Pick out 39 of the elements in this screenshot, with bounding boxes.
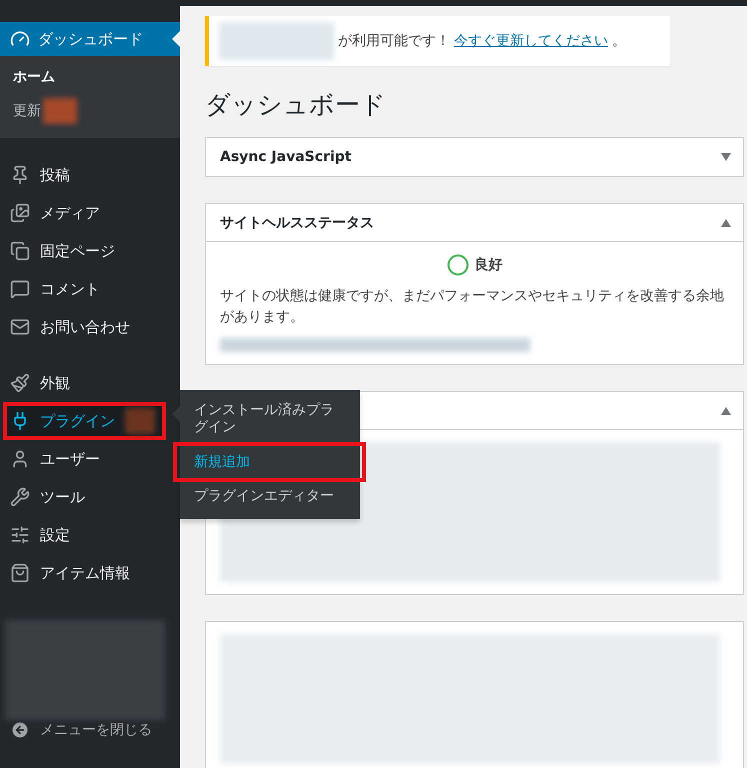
- sidebar-item[interactable]: メディア: [0, 194, 180, 232]
- menu-icon: [10, 279, 30, 299]
- flyout-item[interactable]: プラグインエディター: [180, 484, 360, 510]
- update-link[interactable]: 今すぐ更新してください: [454, 32, 608, 50]
- menu-icon: [10, 563, 30, 583]
- menu-icon: [10, 203, 30, 223]
- sidebar-item[interactable]: コメント: [0, 270, 180, 308]
- flyout-item[interactable]: インストール済みプラグイン: [180, 398, 360, 440]
- sidebar-item[interactable]: ツール: [0, 478, 180, 516]
- page-title: ダッシュボード: [205, 89, 387, 121]
- status-description: サイトの状態は健康ですが、まだパフォーマンスやセキュリティを改善する余地があります。: [220, 287, 725, 327]
- sidebar-item[interactable]: 投稿: [0, 156, 180, 194]
- sidebar-item[interactable]: 外観: [0, 364, 180, 402]
- widget-title: Async JavaScript: [220, 149, 352, 165]
- expand-arrow-icon[interactable]: [721, 153, 731, 161]
- submenu-item[interactable]: ホーム: [0, 64, 180, 90]
- sidebar-item[interactable]: 固定ページ: [0, 232, 180, 270]
- sidebar-item[interactable]: お問い合わせ: [0, 308, 180, 346]
- menu-icon: [10, 373, 30, 393]
- status-label: 良好: [474, 256, 502, 274]
- collapse-arrow-icon[interactable]: [721, 218, 731, 226]
- sidebar-item[interactable]: プラグイン: [3, 402, 166, 440]
- submenu-item[interactable]: 更新: [0, 94, 180, 128]
- notice-text: 。: [612, 32, 626, 50]
- blurred-block: [125, 408, 155, 434]
- widget-title: サイトヘルスステータス: [220, 214, 374, 232]
- collapse-icon: [10, 720, 30, 740]
- blurred-block: [43, 98, 77, 124]
- menu-icon: [10, 487, 30, 507]
- menu-icon: [10, 525, 30, 545]
- collapse-menu-button[interactable]: メニューを閉じる: [0, 720, 180, 740]
- menu-icon: [10, 241, 30, 261]
- status-circle-icon: [446, 254, 468, 276]
- notice-text: が利用可能です！: [338, 32, 450, 50]
- menu-icon: [10, 317, 30, 337]
- collapse-arrow-icon[interactable]: [721, 406, 731, 414]
- sidebar-item[interactable]: アイテム情報: [0, 554, 180, 592]
- sidebar-item[interactable]: ダッシュボード: [0, 22, 180, 56]
- sidebar-item[interactable]: 設定: [0, 516, 180, 554]
